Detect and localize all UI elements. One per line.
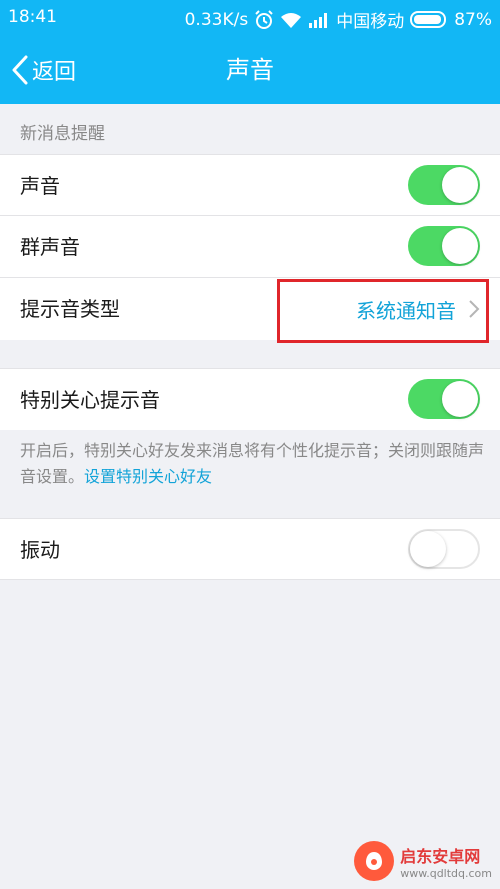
- watermark-text: 启东安卓网 www.qdltdq.com: [400, 843, 492, 880]
- status-time: 18:41: [8, 7, 57, 27]
- carrier-name: 中国移动: [336, 12, 405, 32]
- back-button[interactable]: 返回: [10, 36, 76, 104]
- row-special-care-label: 特别关心提示音: [20, 388, 160, 412]
- chevron-left-icon: [12, 55, 28, 85]
- watermark-name: 启东安卓网: [400, 846, 481, 866]
- alarm-icon: [255, 9, 273, 29]
- chevron-right-icon: [469, 300, 480, 318]
- row-group-sound: 群声音: [0, 216, 500, 278]
- set-special-care-link[interactable]: 设置特别关心好友: [84, 467, 212, 486]
- row-sound-label: 声音: [20, 174, 60, 198]
- new-message-group: 声音 群声音 提示音类型 系统通知音: [0, 154, 500, 340]
- row-vibrate-label: 振动: [20, 538, 60, 562]
- watermark: 启东安卓网 www.qdltdq.com: [354, 841, 492, 881]
- battery-icon: [410, 11, 447, 28]
- back-label: 返回: [32, 60, 77, 85]
- battery-percent: 87%: [454, 9, 492, 30]
- tone-type-value: 系统通知音: [356, 298, 456, 323]
- group-sound-toggle[interactable]: [408, 226, 480, 266]
- special-care-note: 开启后，特别关心好友发来消息将有个性化提示音；关闭则跟随声音设置。设置特别关心好…: [20, 438, 485, 490]
- vibrate-toggle[interactable]: [408, 529, 480, 569]
- section-header: 新消息提醒: [0, 104, 500, 154]
- row-group-sound-label: 群声音: [20, 235, 80, 259]
- nav-bar: 返回 声音: [0, 36, 500, 104]
- toggle-knob: [442, 167, 478, 203]
- section-header-label: 新消息提醒: [20, 124, 105, 144]
- watermark-url: www.qdltdq.com: [400, 866, 492, 880]
- status-right: 0.33K/s 中国移动 87%: [184, 7, 492, 33]
- special-care-toggle[interactable]: [408, 379, 480, 419]
- row-sound: 声音: [0, 154, 500, 216]
- toggle-knob: [410, 531, 446, 567]
- toggle-knob: [442, 381, 478, 417]
- tone-type-selector[interactable]: 系统通知音: [356, 278, 480, 340]
- vibrate-group: 振动: [0, 518, 500, 580]
- special-care-group: 特别关心提示音: [0, 368, 500, 430]
- sound-toggle[interactable]: [408, 165, 480, 205]
- row-vibrate: 振动: [0, 518, 500, 580]
- row-tone-type[interactable]: 提示音类型 系统通知音: [0, 278, 500, 340]
- row-special-care: 特别关心提示音: [0, 368, 500, 430]
- row-tone-type-label: 提示音类型: [20, 297, 120, 321]
- wifi-icon: [281, 12, 302, 28]
- signal-icon: [309, 12, 328, 28]
- network-speed: 0.33K/s: [184, 9, 249, 30]
- status-bar: 18:41 0.33K/s 中国移动 87%: [0, 0, 500, 36]
- watermark-logo-icon: [354, 841, 395, 881]
- toggle-knob: [442, 228, 478, 264]
